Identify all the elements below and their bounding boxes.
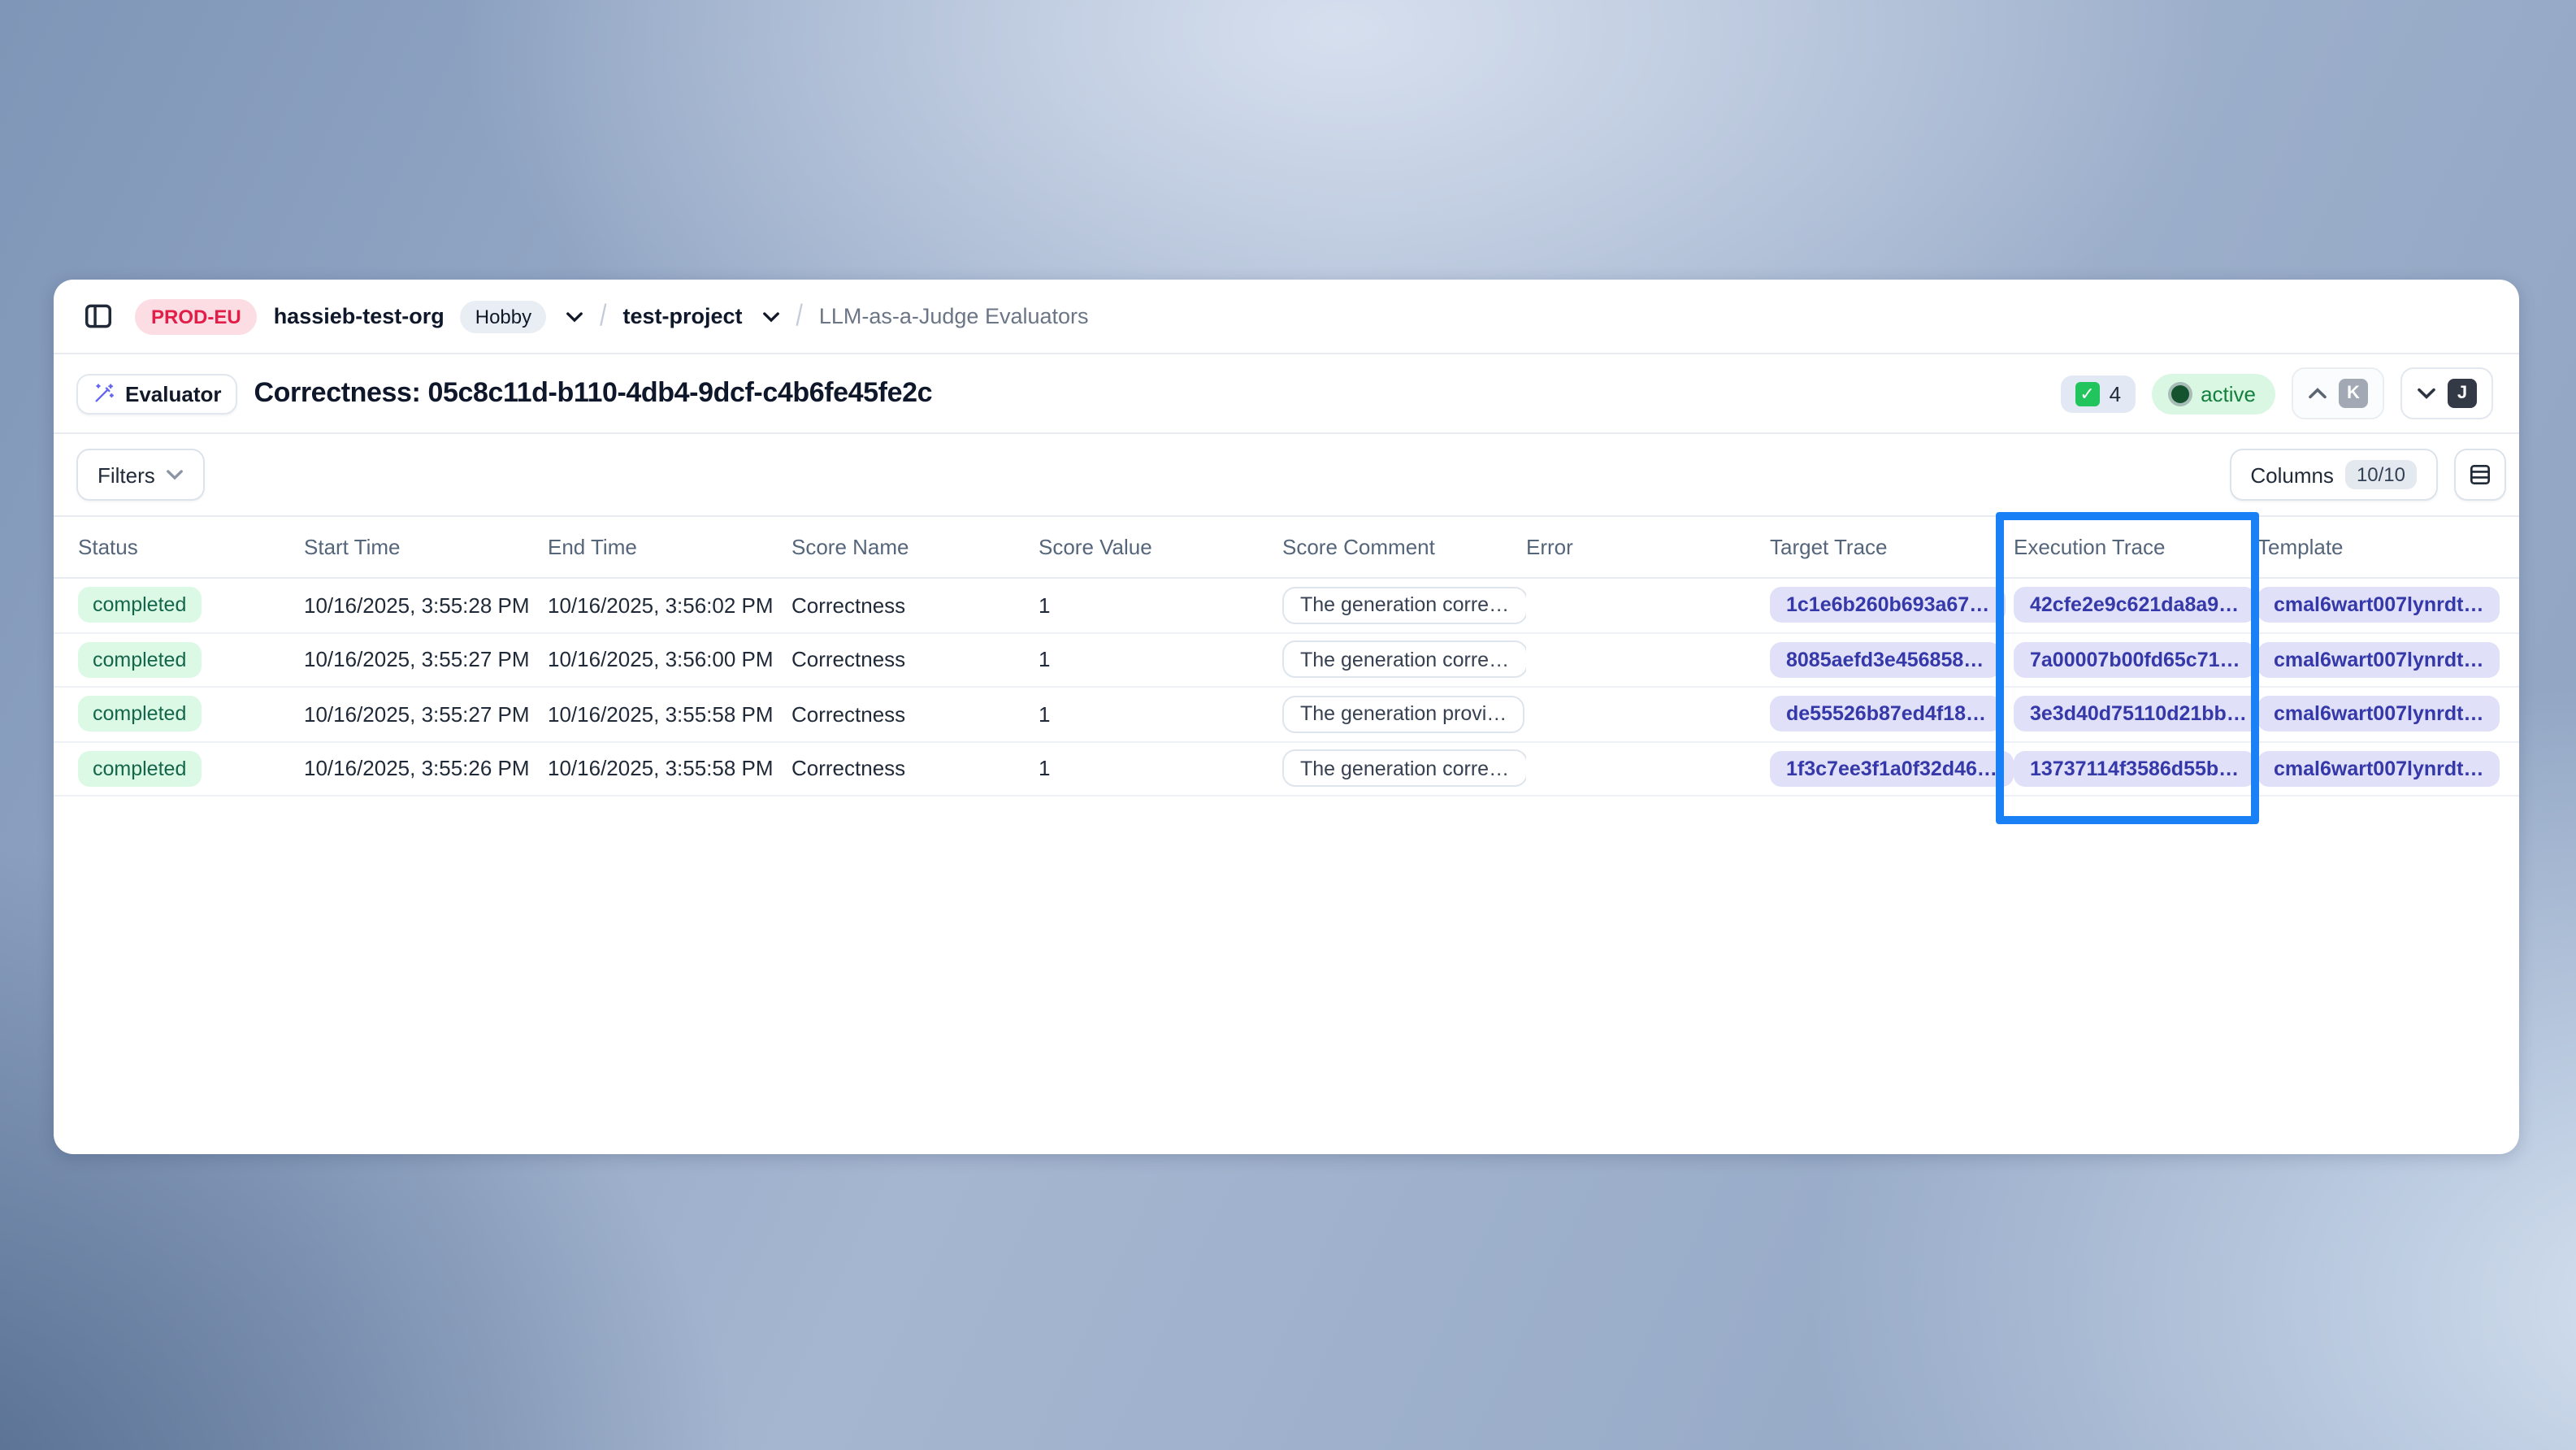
column-header-error[interactable]: Error	[1526, 535, 1770, 559]
cell-start-time: 10/16/2025, 3:55:27 PM	[304, 702, 548, 727]
cell-score-value: 1	[1039, 593, 1282, 618]
table-row[interactable]: completed 10/16/2025, 3:55:27 PM 10/16/2…	[54, 688, 2519, 742]
status-badge: completed	[78, 642, 201, 678]
breadcrumb-org[interactable]: hassieb-test-org	[274, 304, 445, 328]
evaluator-type-label: Evaluator	[125, 381, 222, 406]
column-header-score-comment[interactable]: Score Comment	[1282, 535, 1526, 559]
plan-badge[interactable]: Hobby	[461, 300, 546, 332]
execution-trace-badge[interactable]: 3e3d40d75110d21bb…	[2014, 697, 2257, 732]
breadcrumb-separator: /	[600, 299, 606, 334]
previous-item-button[interactable]: K	[2292, 367, 2384, 419]
breadcrumb-page: LLM-as-a-Judge Evaluators	[819, 304, 1089, 328]
target-trace-badge[interactable]: 1c1e6b260b693a67…	[1770, 588, 2006, 623]
cell-score-name: Correctness	[791, 648, 1039, 672]
template-badge[interactable]: cmal6wart007lynrdt…	[2257, 588, 2500, 623]
column-header-status[interactable]: Status	[78, 535, 304, 559]
status-active-badge: active	[2152, 373, 2275, 414]
project-dropdown-button[interactable]	[762, 310, 780, 323]
check-icon: ✓	[2075, 381, 2100, 406]
score-comment-chip[interactable]: The generation corre…	[1282, 587, 1526, 624]
run-count-badge: ✓ 4	[2061, 375, 2136, 412]
table-row[interactable]: completed 10/16/2025, 3:55:27 PM 10/16/2…	[54, 633, 2519, 688]
run-count-value: 4	[2110, 381, 2121, 406]
cell-score-name: Correctness	[791, 593, 1039, 618]
columns-count-badge: 10/10	[2345, 460, 2417, 489]
status-active-label: active	[2201, 381, 2256, 406]
table-rows-icon	[2467, 462, 2493, 488]
magic-wand-icon	[93, 382, 115, 405]
chevron-up-icon	[2308, 387, 2327, 400]
execution-trace-badge[interactable]: 13737114f3586d55b…	[2014, 751, 2255, 787]
status-badge: completed	[78, 751, 201, 787]
template-badge[interactable]: cmal6wart007lynrdt…	[2257, 751, 2500, 787]
cell-end-time: 10/16/2025, 3:55:58 PM	[548, 702, 791, 727]
score-comment-chip[interactable]: The generation corre…	[1282, 750, 1526, 788]
target-trace-badge[interactable]: 8085aefd3e456858…	[1770, 642, 2000, 678]
score-comment-chip[interactable]: The generation corre…	[1282, 641, 1526, 679]
cell-end-time: 10/16/2025, 3:56:00 PM	[548, 648, 791, 672]
chevron-down-icon	[566, 310, 583, 323]
sidebar-toggle-button[interactable]	[76, 295, 119, 337]
environment-badge[interactable]: PROD-EU	[135, 298, 258, 334]
panel-left-icon	[82, 301, 113, 332]
score-comment-chip[interactable]: The generation provi…	[1282, 696, 1524, 733]
column-header-score-value[interactable]: Score Value	[1039, 535, 1282, 559]
columns-button[interactable]: Columns 10/10	[2229, 449, 2438, 501]
breadcrumb-separator: /	[796, 299, 803, 334]
status-badge: completed	[78, 588, 201, 623]
columns-label: Columns	[2250, 462, 2334, 487]
cell-end-time: 10/16/2025, 3:56:02 PM	[548, 593, 791, 618]
shortcut-key-j: J	[2448, 379, 2477, 408]
next-item-button[interactable]: J	[2400, 367, 2493, 419]
template-badge[interactable]: cmal6wart007lynrdt…	[2257, 697, 2500, 732]
cell-score-name: Correctness	[791, 757, 1039, 781]
column-header-start-time[interactable]: Start Time	[304, 535, 548, 559]
column-header-execution-trace[interactable]: Execution Trace	[2014, 535, 2257, 559]
table-body: completed 10/16/2025, 3:55:28 PM 10/16/2…	[54, 579, 2519, 797]
chevron-down-icon	[167, 468, 184, 481]
chevron-down-icon	[762, 310, 780, 323]
table-row[interactable]: completed 10/16/2025, 3:55:26 PM 10/16/2…	[54, 742, 2519, 797]
column-header-end-time[interactable]: End Time	[548, 535, 791, 559]
cell-score-value: 1	[1039, 648, 1282, 672]
chevron-down-icon	[2417, 387, 2436, 400]
table-row[interactable]: completed 10/16/2025, 3:55:28 PM 10/16/2…	[54, 579, 2519, 633]
target-trace-badge[interactable]: de55526b87ed4f18…	[1770, 697, 2002, 732]
breadcrumb: PROD-EU hassieb-test-org Hobby / test-pr…	[54, 280, 2519, 354]
cell-start-time: 10/16/2025, 3:55:27 PM	[304, 648, 548, 672]
table-header-row: Status Start Time End Time Score Name Sc…	[54, 517, 2519, 579]
detail-header: Evaluator Correctness: 05c8c11d-b110-4db…	[54, 354, 2519, 434]
breadcrumb-project[interactable]: test-project	[622, 304, 742, 328]
target-trace-badge[interactable]: 1f3c7ee3f1a0f32d46…	[1770, 751, 2014, 787]
active-dot-icon	[2171, 384, 2189, 402]
row-density-button[interactable]	[2454, 449, 2506, 501]
cell-score-name: Correctness	[791, 702, 1039, 727]
org-dropdown-button[interactable]	[566, 310, 583, 323]
cell-score-value: 1	[1039, 702, 1282, 727]
desktop-background: PROD-EU hassieb-test-org Hobby / test-pr…	[0, 0, 2576, 1450]
cell-start-time: 10/16/2025, 3:55:26 PM	[304, 757, 548, 781]
cell-score-value: 1	[1039, 757, 1282, 781]
execution-trace-badge[interactable]: 42cfe2e9c621da8a9…	[2014, 588, 2255, 623]
filters-label: Filters	[98, 462, 155, 487]
page-title: Correctness: 05c8c11d-b110-4db4-9dcf-c4b…	[254, 377, 933, 410]
evaluator-type-badge: Evaluator	[76, 373, 238, 414]
execution-trace-badge[interactable]: 7a00007b00fd65c71…	[2014, 642, 2257, 678]
app-window: PROD-EU hassieb-test-org Hobby / test-pr…	[54, 280, 2519, 1154]
shortcut-key-k: K	[2339, 379, 2368, 408]
template-badge[interactable]: cmal6wart007lynrdt…	[2257, 642, 2500, 678]
filters-button[interactable]: Filters	[76, 449, 206, 501]
cell-start-time: 10/16/2025, 3:55:28 PM	[304, 593, 548, 618]
column-header-template[interactable]: Template	[2257, 535, 2519, 559]
status-badge: completed	[78, 697, 201, 732]
column-header-score-name[interactable]: Score Name	[791, 535, 1039, 559]
column-header-target-trace[interactable]: Target Trace	[1770, 535, 2014, 559]
table-toolbar: Filters Columns 10/10	[54, 434, 2519, 517]
cell-end-time: 10/16/2025, 3:55:58 PM	[548, 757, 791, 781]
